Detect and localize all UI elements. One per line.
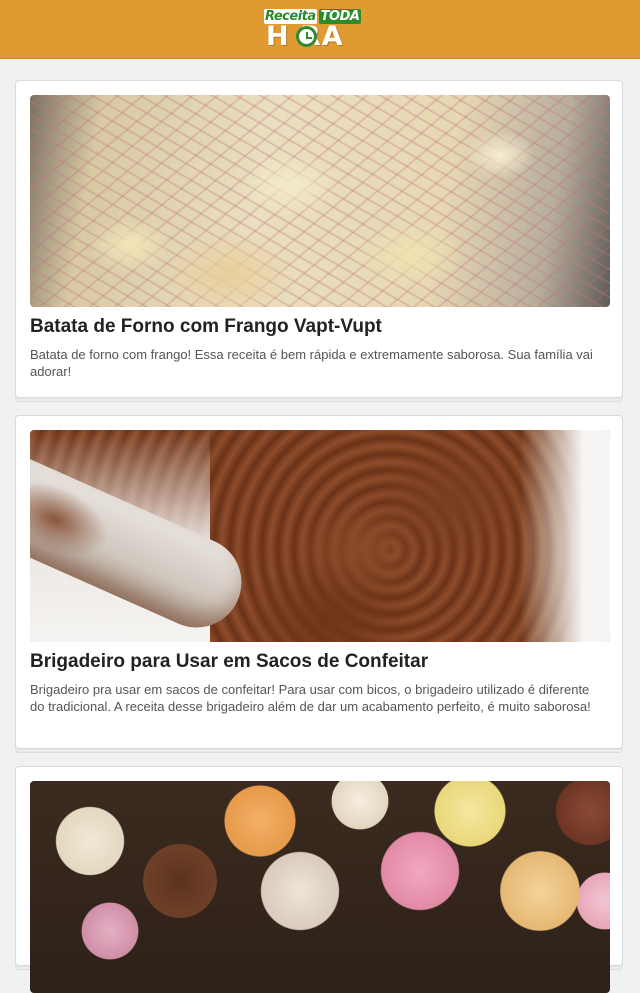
recipe-card[interactable]: Batata de Forno com Frango Vapt-Vupt Bat… [15, 80, 623, 398]
recipe-card[interactable]: Brigadeiro para Usar em Sacos de Confeit… [15, 415, 623, 749]
recipe-title[interactable]: Batata de Forno com Frango Vapt-Vupt [30, 313, 610, 341]
recipe-description: Brigadeiro pra usar em sacos de confeita… [30, 682, 591, 714]
app-header: Receita TODA H RA [0, 0, 640, 59]
recipe-title[interactable]: Brigadeiro para Usar em Sacos de Confeit… [30, 648, 610, 676]
recipe-image[interactable] [30, 430, 610, 642]
ice-cream-photo [30, 781, 610, 993]
recipe-image[interactable] [30, 781, 610, 993]
recipe-image[interactable] [30, 95, 610, 307]
baked-potato-photo [30, 95, 610, 307]
clock-icon [296, 26, 317, 47]
receita-toda-hora-logo[interactable]: Receita TODA H RA [264, 9, 376, 51]
recipe-description: Batata de forno com frango! Essa receita… [30, 347, 593, 379]
chocolate-frosting-photo [30, 430, 610, 642]
recipe-card[interactable] [15, 766, 623, 993]
logo-bottom-text: H RA [266, 21, 344, 52]
